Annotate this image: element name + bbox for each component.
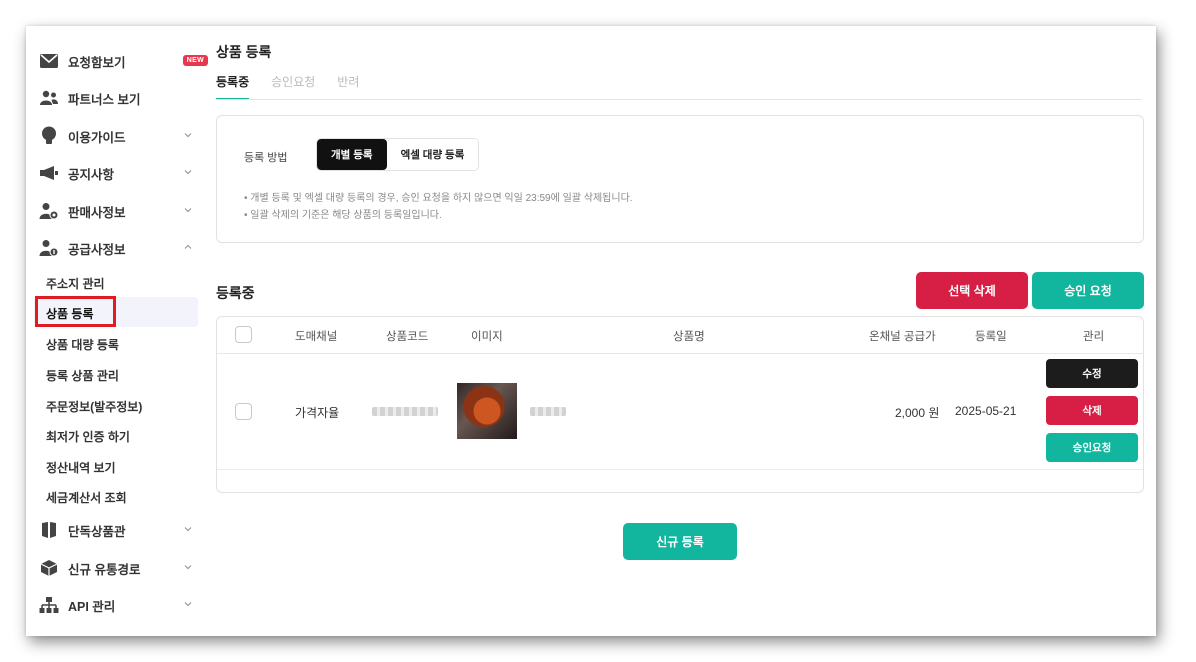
column-header: 관리 [1083,331,1105,343]
app-window: 요청함보기 NEW 파트너스 보기 이용가이드 공지사항 판매사정보 공급사정보… [26,26,1156,636]
envelope-icon [38,50,60,72]
excel-bulk-register-option[interactable]: 엑셀 대량 등록 [386,139,479,170]
new-badge: NEW [182,55,208,66]
method-note: • 일괄 삭제의 기준은 해당 상품의 등록일입니다. [244,210,442,221]
sub-item-order-info[interactable]: 주문정보(발주정보) [46,398,142,415]
seller-user-icon [38,200,60,222]
blurred-product-name [530,407,566,416]
request-approval-button[interactable]: 승인 요청 [1032,272,1144,309]
registration-method-panel: 등록 방법 개별 등록 엑셀 대량 등록 • 개별 등록 및 엑셀 대량 등록의… [216,115,1144,243]
chevron-down-icon [184,527,192,532]
edit-button[interactable]: 수정 [1046,359,1138,388]
sidebar-item-label: 판매사정보 [68,205,126,220]
sidebar-item-api[interactable]: API 관리 [38,590,200,620]
sub-item-tax-invoice[interactable]: 세금계산서 조회 [46,489,127,506]
channel-cell: 가격자율 [295,406,340,420]
tab-rejected[interactable]: 반려 [337,73,359,100]
products-table: 도매채널 상품코드 이미지 상품명 온채널 공급가 등록일 관리 가격자율 2,… [216,316,1144,493]
tab-registering[interactable]: 등록중 [216,73,250,100]
delete-button[interactable]: 삭제 [1046,396,1138,425]
sidebar-item-label: 신규 유통경로 [68,562,141,577]
sidebar-item-label: 이용가이드 [68,130,126,145]
sidebar-item-supplier-info[interactable]: 공급사정보 [38,233,200,263]
book-icon [38,519,60,541]
column-header: 온채널 공급가 [869,331,936,343]
method-label: 등록 방법 [244,152,288,164]
sub-item-address[interactable]: 주소지 관리 [46,275,105,292]
column-header: 상품코드 [386,331,429,343]
highlight-box [35,296,116,327]
network-icon [38,594,60,616]
row-checkbox[interactable] [235,403,252,420]
date-cell: 2025-05-21 [955,404,1017,418]
sidebar-item-label: 공급사정보 [68,242,126,257]
sidebar-item-label: 공지사항 [68,167,115,182]
sub-item-settlement[interactable]: 정산내역 보기 [46,459,116,476]
list-title: 등록중 [216,285,255,301]
column-header: 등록일 [975,331,1007,343]
tab-bar: 등록중 승인요청 반려 [216,73,381,100]
sub-item-bulk-register[interactable]: 상품 대량 등록 [46,336,119,353]
supplier-user-icon [38,237,60,259]
sidebar: 요청함보기 NEW 파트너스 보기 이용가이드 공지사항 판매사정보 공급사정보… [26,26,208,636]
sub-item-lowest-price[interactable]: 최저가 인증 하기 [46,428,130,445]
chevron-up-icon [184,244,192,249]
sidebar-item-label: API 관리 [68,599,116,614]
sidebar-item-guide[interactable]: 이용가이드 [38,121,200,151]
tab-approval-request[interactable]: 승인요청 [271,73,315,100]
method-note: • 개별 등록 및 엑셀 대량 등록의 경우, 승인 요청을 하지 않으면 익일… [244,193,633,204]
new-register-button[interactable]: 신규 등록 [623,523,737,560]
header-divider [217,353,1143,354]
sidebar-item-label: 단독상품관 [68,524,126,539]
row-divider [217,469,1143,470]
lightbulb-icon [38,125,60,147]
chevron-down-icon [184,565,192,570]
sidebar-item-notices[interactable]: 공지사항 [38,158,200,188]
sidebar-item-exclusive[interactable]: 단독상품관 [38,515,200,545]
blurred-product-code [372,407,438,416]
sidebar-item-label: 요청함보기 [68,55,126,70]
megaphone-icon [38,162,60,184]
select-all-checkbox[interactable] [235,326,252,343]
people-icon [38,87,60,109]
column-header: 이미지 [471,331,503,343]
individual-register-option[interactable]: 개별 등록 [317,139,387,170]
box-icon [38,557,60,579]
tab-divider [216,99,1142,100]
sidebar-item-partners[interactable]: 파트너스 보기 [38,83,200,113]
chevron-down-icon [184,602,192,607]
row-request-approval-button[interactable]: 승인요청 [1046,433,1138,462]
sub-item-registered-products[interactable]: 등록 상품 관리 [46,367,119,384]
price-cell: 2,000 원 [895,406,940,420]
chevron-down-icon [184,133,192,138]
chevron-down-icon [184,208,192,213]
sidebar-item-new-channel[interactable]: 신규 유통경로 [38,553,200,583]
page-title: 상품 등록 [216,44,272,60]
column-header: 상품명 [673,331,705,343]
chevron-down-icon [184,170,192,175]
delete-selected-button[interactable]: 선택 삭제 [916,272,1028,309]
sidebar-item-requests[interactable]: 요청함보기 NEW [38,46,208,76]
sidebar-item-label: 파트너스 보기 [68,92,141,107]
column-header: 도매채널 [295,331,338,343]
product-thumbnail [457,383,517,439]
method-toggle: 개별 등록 엑셀 대량 등록 [316,138,480,171]
sidebar-item-seller-info[interactable]: 판매사정보 [38,196,200,226]
